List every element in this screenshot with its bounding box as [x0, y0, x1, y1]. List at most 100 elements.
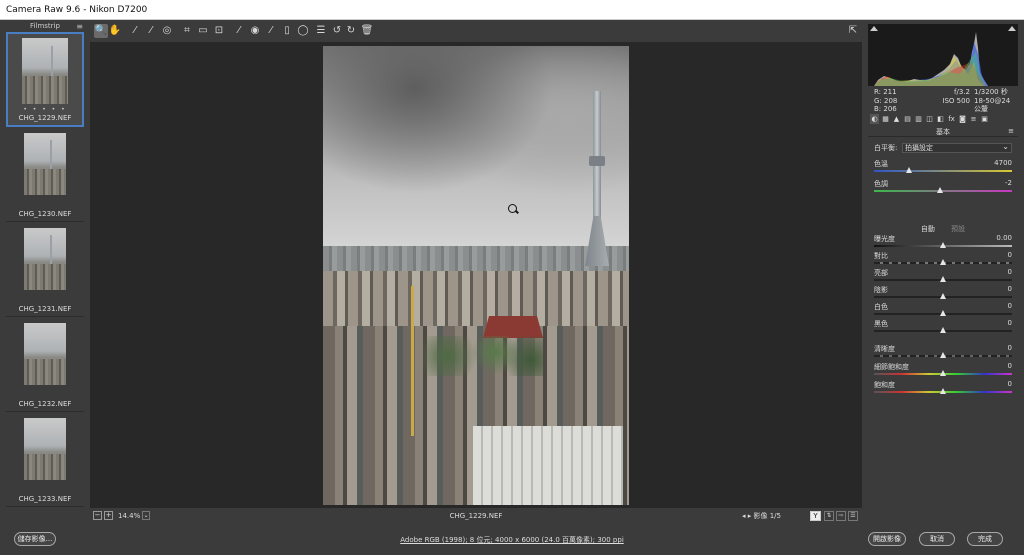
slider-value[interactable]: 0 — [1008, 380, 1012, 388]
slider-value[interactable]: 4700 — [994, 159, 1012, 167]
default-button[interactable]: 預設 — [951, 225, 965, 233]
tab-transform-icon[interactable]: ◧ — [936, 114, 945, 124]
slider-value[interactable]: 0 — [1008, 362, 1012, 370]
temperature-slider[interactable]: 色溫 4700 — [874, 159, 1012, 177]
tab-presets-icon[interactable]: ≡ — [969, 114, 978, 124]
zoom-tool-icon[interactable]: 🔍 — [94, 24, 108, 38]
contrast-slider[interactable]: 對比 0 — [874, 251, 1012, 269]
white-balance-select[interactable]: 拍攝設定 — [902, 142, 1012, 153]
rotate-cw-icon[interactable]: ↻ — [344, 24, 358, 38]
rotate-ccw-icon[interactable]: ↺ — [330, 24, 344, 38]
tab-basic-icon[interactable]: ◐ — [870, 114, 879, 124]
exposure-slider[interactable]: 曝光度 0.00 — [874, 234, 1012, 252]
slider-handle[interactable] — [905, 167, 912, 173]
slider-value[interactable]: -2 — [1005, 179, 1012, 187]
section-menu-icon[interactable]: ≡ — [1008, 127, 1014, 135]
color-sampler-tool-icon[interactable]: ⁄ — [144, 24, 158, 38]
slider-label: 清晰度 — [874, 345, 895, 353]
slider-value[interactable]: 0 — [1008, 268, 1012, 276]
blacks-slider[interactable]: 黑色 0 — [874, 319, 1012, 337]
copy-settings-icon[interactable]: ⇨ — [836, 511, 846, 521]
thumbnail-image — [22, 38, 68, 104]
hand-tool-icon[interactable]: ✋ — [108, 24, 122, 38]
thumb-filename: CHG_1231.NEF — [18, 305, 72, 313]
image-preview-area[interactable] — [90, 42, 862, 508]
slider-value[interactable]: 0 — [1008, 285, 1012, 293]
tab-detail-icon[interactable]: ▲ — [892, 114, 901, 124]
swap-before-after-icon[interactable]: ⇅ — [824, 511, 834, 521]
highlights-slider[interactable]: 亮部 0 — [874, 268, 1012, 286]
slider-label: 白色 — [874, 303, 888, 311]
white-balance-label: 白平衡: — [874, 144, 898, 152]
fullscreen-icon[interactable]: ⇱ — [846, 24, 860, 38]
histogram — [868, 24, 1018, 86]
trash-icon[interactable]: 🗑 — [360, 24, 374, 38]
slider-value[interactable]: 0 — [1008, 319, 1012, 327]
graduated-filter-icon[interactable]: ▯ — [280, 24, 294, 38]
vibrance-slider[interactable]: 細節飽和度 0 — [874, 362, 1012, 380]
slider-handle[interactable] — [940, 276, 946, 282]
slider-handle[interactable] — [940, 352, 946, 358]
slider-handle[interactable] — [940, 370, 946, 376]
filmstrip-thumb-2[interactable]: CHG_1230.NEF — [6, 127, 84, 222]
slider-label: 陰影 — [874, 286, 888, 294]
filmstrip-thumb-3[interactable]: CHG_1231.NEF — [6, 222, 84, 317]
pixel-readout: R: 211 G: 208 B: 206 f/3.2 1/3200 秒 ISO … — [868, 86, 1018, 113]
tint-slider[interactable]: 色調 -2 — [874, 179, 1012, 197]
tab-camera-calibration-icon[interactable]: ◙ — [958, 114, 967, 124]
straighten-tool-icon[interactable]: ▭ — [196, 24, 210, 38]
slider-value[interactable]: 0 — [1008, 251, 1012, 259]
preferences-icon[interactable]: ☰ — [314, 24, 328, 38]
star-rating[interactable]: • • • • • — [23, 106, 66, 113]
radial-filter-icon[interactable]: ◯ — [296, 24, 310, 38]
thumbnail-image — [24, 323, 66, 385]
tab-hsl-icon[interactable]: ▤ — [903, 114, 912, 124]
done-button[interactable]: 完成 — [967, 532, 1003, 546]
adjustment-brush-icon[interactable]: ⁄ — [264, 24, 278, 38]
slider-value[interactable]: 0 — [1008, 302, 1012, 310]
filmstrip-thumb-1[interactable]: • • • • • CHG_1229.NEF — [6, 32, 84, 127]
tool-bar: 🔍 ✋ ⁄ ⁄ ◎ ⌗ ▭ ⊡ ⁄ ◉ ⁄ ▯ ◯ ☰ ↺ ↻ 🗑 ⇱ — [92, 22, 862, 40]
cancel-button[interactable]: 取消 — [919, 532, 955, 546]
slider-handle[interactable] — [940, 242, 946, 248]
whites-slider[interactable]: 白色 0 — [874, 302, 1012, 320]
spot-removal-tool-icon[interactable]: ⁄ — [232, 24, 246, 38]
tab-snapshots-icon[interactable]: ▣ — [980, 114, 989, 124]
clarity-slider[interactable]: 清晰度 0 — [874, 344, 1012, 362]
slider-handle[interactable] — [940, 327, 946, 333]
red-eye-tool-icon[interactable]: ◉ — [248, 24, 262, 38]
histogram-graph — [874, 32, 988, 86]
filmstrip-thumb-4[interactable]: CHG_1232.NEF — [6, 317, 84, 412]
slider-handle[interactable] — [940, 310, 946, 316]
slider-handle[interactable] — [940, 259, 946, 265]
before-after-toggle-button[interactable]: Y — [810, 511, 821, 521]
preview-photo[interactable] — [323, 46, 629, 505]
slider-handle[interactable] — [937, 187, 944, 193]
open-image-button[interactable]: 開啟影像 — [868, 532, 906, 546]
auto-button[interactable]: 自動 — [921, 225, 935, 233]
targeted-adjustment-tool-icon[interactable]: ◎ — [160, 24, 174, 38]
tab-effects-icon[interactable]: fx — [947, 114, 956, 124]
tab-tone-curve-icon[interactable]: ▦ — [881, 114, 890, 124]
section-title-basic: 基本 ≡ — [868, 127, 1018, 137]
bottom-bar: 儲存影像... Adobe RGB (1998); 8 位元; 4000 x 6… — [0, 527, 1024, 555]
image-navigation[interactable]: ◂ ▸ 影像 1/5 — [742, 509, 781, 523]
auto-default-row: 自動 預設 — [874, 224, 1012, 234]
slider-value[interactable]: 0 — [1008, 344, 1012, 352]
white-balance-row: 白平衡: 拍攝設定 — [874, 142, 1012, 155]
slider-handle[interactable] — [940, 388, 946, 394]
white-balance-tool-icon[interactable]: ⁄ — [128, 24, 142, 38]
slider-label: 曝光度 — [874, 235, 895, 243]
filmstrip-menu-icon[interactable]: ≡ — [76, 22, 83, 31]
shadows-slider[interactable]: 陰影 0 — [874, 285, 1012, 303]
toggle-settings-icon[interactable]: ☰ — [848, 511, 858, 521]
slider-handle[interactable] — [940, 293, 946, 299]
saturation-slider[interactable]: 飽和度 0 — [874, 380, 1012, 398]
tab-split-toning-icon[interactable]: ▥ — [914, 114, 923, 124]
filmstrip-thumb-5[interactable]: CHG_1233.NEF — [6, 412, 84, 507]
transform-tool-icon[interactable]: ⊡ — [212, 24, 226, 38]
tab-lens-corrections-icon[interactable]: ◫ — [925, 114, 934, 124]
crop-tool-icon[interactable]: ⌗ — [180, 24, 194, 38]
thumbnail-image — [24, 228, 66, 290]
slider-value[interactable]: 0.00 — [996, 234, 1012, 242]
